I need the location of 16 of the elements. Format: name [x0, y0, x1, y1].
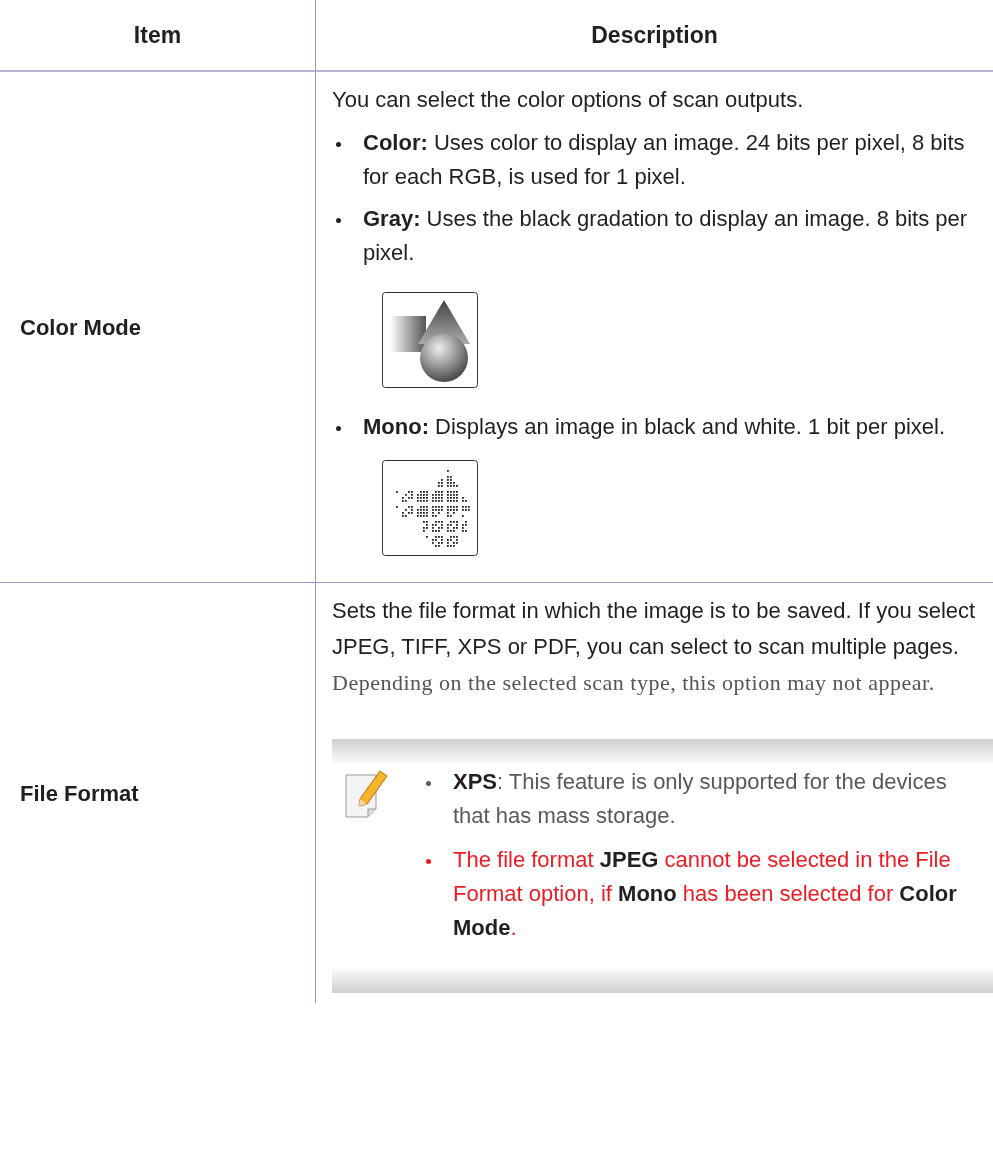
bullet-icon: [336, 218, 341, 223]
description-text: Sets the file format in which the image is to be saved. If you select JPEG, TIFF, XPS or PDF, you can select to scan multiple pages. Depending on the selected scan type, this option may not appear.: [332, 597, 977, 697]
bullet-text: Mono: Displays an image in black and white. 1 bit per pixel.: [363, 413, 945, 441]
note-text: XPS: This feature is only supported for the devices that has mass storage.: [453, 768, 948, 830]
item-name: File Format: [20, 779, 139, 808]
bullet-text: Gray: Uses the black gradation to display an image. 8 bits per pixel.: [363, 205, 969, 267]
note-text: The file format JPEG cannot be selected in the File Format option, if Mono has been selected for Color Mode.: [453, 846, 958, 942]
bullet-text: Color: Uses color to display an image. 24 bits per pixel, 8 bits for each RGB, is used for 1 pixel.: [363, 129, 966, 191]
column-header: Item: [133, 20, 182, 50]
bullet-icon: [336, 426, 341, 431]
bullet-icon: [336, 142, 341, 147]
bullet-icon: [426, 781, 431, 786]
bullet-icon: [426, 859, 431, 864]
column-header: Description: [591, 20, 718, 50]
description-text: You can select the color options of scan outputs.: [332, 86, 805, 114]
item-name: Color Mode: [20, 313, 141, 342]
